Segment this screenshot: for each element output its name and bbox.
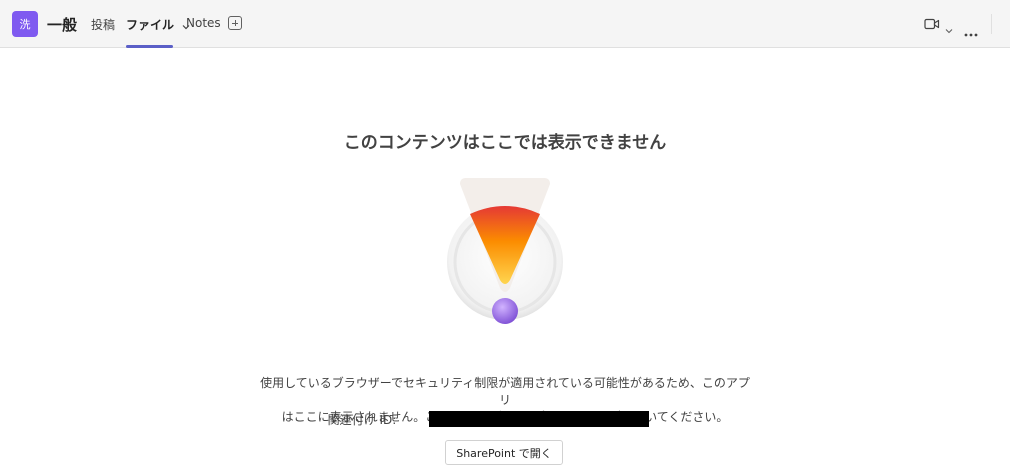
tab-files[interactable]: ファイル [126,16,190,33]
tab-files-label: ファイル [126,18,175,32]
correlation-id-value-redacted [429,411,649,427]
header-divider [991,14,992,34]
team-avatar[interactable]: 洗 [12,11,38,37]
correlation-id-label: 関連付け ID: [327,413,397,427]
active-tab-indicator [126,45,173,48]
tab-posts[interactable]: 投稿 [91,16,115,33]
video-camera-icon[interactable] [924,16,940,35]
open-in-sharepoint-button[interactable]: SharePoint で開く [445,440,563,465]
add-tab-icon[interactable] [228,16,242,30]
chevron-down-icon[interactable] [945,19,953,38]
tab-notes[interactable]: Notes [186,16,221,30]
more-options-icon[interactable] [964,22,978,41]
channel-header: 洗 一般 投稿 ファイル Notes [0,0,1010,48]
channel-title: 一般 [47,16,78,34]
error-heading: このコンテンツはここでは表示できません [343,133,667,153]
error-message-line-1: 使用しているブラウザーでセキュリティ制限が適用されている可能性があるため、このア… [260,376,750,407]
warning-exclamation-illustration [438,170,572,330]
